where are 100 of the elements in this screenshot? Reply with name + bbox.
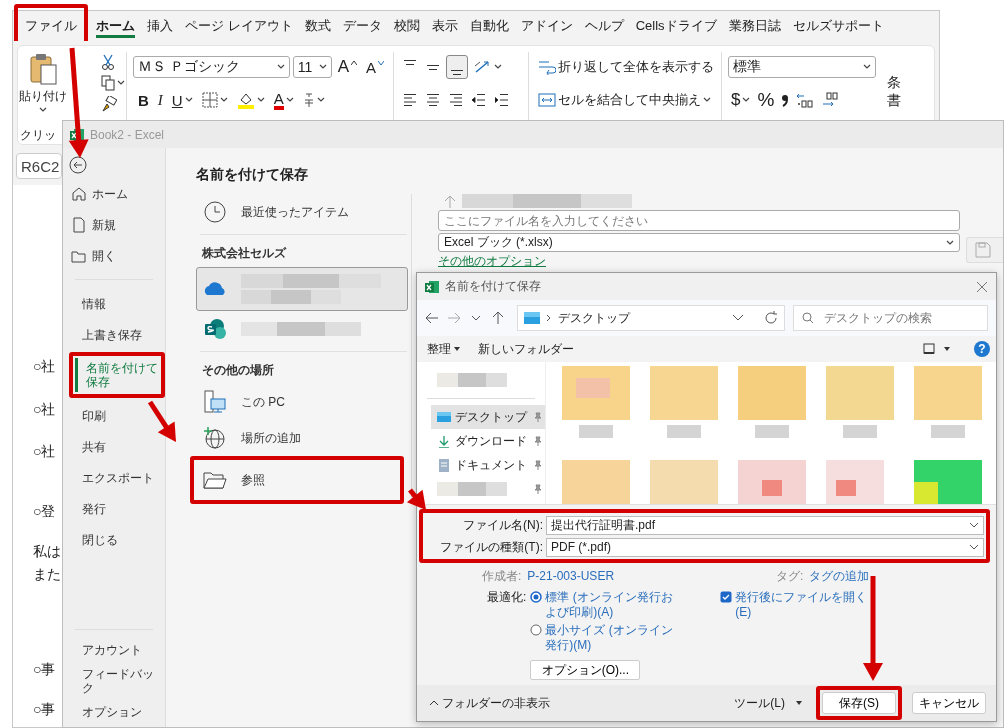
radio-option[interactable]: 最小サイズ (オンライン発行)(M) [530, 623, 681, 653]
chevron-down-icon [969, 522, 979, 528]
ribbon-tab[interactable]: 自動化 [463, 11, 515, 41]
nav-item[interactable]: 閉じる [67, 524, 165, 555]
caret-icon [944, 347, 950, 351]
search-field[interactable]: デスクトップの検索 [793, 305, 988, 331]
options-button[interactable]: オプション(O)... [530, 660, 641, 680]
nav-item[interactable]: 共有 [67, 431, 165, 462]
checkbox-option[interactable]: 発行後にファイルを開く(E) [720, 590, 871, 620]
font-name-dropdown[interactable]: ＭＳ Ｐゴシック [133, 56, 290, 78]
save-button[interactable]: 保存(S) [822, 692, 896, 714]
ribbon-tab[interactable]: セルズサポート [786, 11, 890, 41]
ribbon-tab[interactable]: ヘルプ [578, 11, 630, 41]
nav-item[interactable]: フィードバック [67, 665, 165, 696]
nav-item[interactable]: エクスポート [67, 462, 165, 493]
caret-icon [219, 97, 228, 103]
merge-center-button[interactable]: セルを結合して中央揃え [535, 88, 714, 112]
shrink-font-button[interactable]: A [363, 55, 387, 79]
nav-item[interactable]: 新規 [67, 209, 165, 240]
nav-item[interactable]: オプション [67, 696, 165, 727]
name-box[interactable]: R6C2 [16, 153, 62, 179]
ribbon-tab[interactable]: アドイン [514, 11, 579, 41]
view-icon [923, 343, 935, 355]
back-icon[interactable] [69, 156, 87, 174]
close-button[interactable] [976, 280, 988, 293]
new-folder-button[interactable]: 新しいフォルダー [474, 338, 578, 360]
ribbon-tab[interactable]: ページ レイアウト [179, 11, 299, 41]
save-icon [975, 242, 991, 258]
ribbon-tab[interactable]: 業務日誌 [722, 11, 787, 41]
underline-button[interactable]: U [168, 88, 196, 112]
author-value[interactable]: P-21-003-USER [527, 569, 615, 583]
sidebar-item[interactable]: デスクトップ [431, 405, 545, 429]
vertical-align-button[interactable] [446, 55, 468, 79]
caret-icon [184, 97, 193, 103]
up-icon [491, 311, 505, 325]
ribbon-tab[interactable]: Cellsドライブ [629, 11, 723, 41]
align-lines-icon [403, 59, 417, 65]
organize-menu[interactable]: 整理 [423, 338, 464, 360]
caret-up-icon [351, 60, 357, 65]
up-button[interactable] [491, 311, 505, 325]
tags-link[interactable]: タグの追加 [809, 567, 870, 585]
nav-item[interactable]: 印刷 [67, 400, 165, 431]
chevron-up-icon [429, 700, 439, 706]
align-lines-icon [403, 94, 417, 106]
wrap-text-button[interactable]: 折り返して全体を表示する [535, 55, 717, 79]
nav-item[interactable]: 発行 [67, 493, 165, 524]
back-button[interactable] [425, 311, 439, 325]
file-name-field[interactable]: 提出代行証明書.pdf [546, 515, 984, 535]
more-options-link[interactable]: その他のオプション [438, 254, 546, 268]
up-arrow-icon [444, 194, 456, 208]
ribbon-tab[interactable]: 校閲 [387, 11, 426, 41]
paste-button[interactable]: 貼り付け [20, 52, 66, 123]
bold-button[interactable]: B [135, 88, 152, 112]
tools-menu[interactable]: ツール(L) [730, 692, 806, 714]
file-type-dropdown[interactable]: PDF (*.pdf) [546, 537, 984, 557]
pin-icon [533, 436, 543, 446]
percent-button[interactable]: % [754, 88, 778, 112]
radio-option[interactable]: 標準 (オンライン発行および印刷)(A) [530, 590, 681, 620]
ribbon-tab[interactable]: 挿入 [141, 11, 179, 41]
ribbon-tab[interactable]: データ [336, 11, 388, 41]
decimal-icon [821, 92, 840, 108]
address-bar[interactable]: デスクトップ [517, 305, 785, 331]
file-name-field[interactable]: ここにファイル名を入力してください [438, 210, 960, 231]
align-lines-icon [495, 94, 509, 106]
clipboard-icon [28, 52, 58, 86]
cell-text: ○事 [33, 660, 56, 678]
close-icon [976, 280, 988, 293]
help-button[interactable]: ? [974, 341, 990, 357]
field-label: ファイルの種類(T): [439, 538, 544, 556]
ribbon-tab[interactable]: 数式 [298, 11, 337, 41]
location-item[interactable]: この PC [196, 384, 408, 420]
location-item[interactable]: 参照 [196, 462, 396, 498]
nav-item[interactable]: アカウント [67, 634, 165, 665]
hide-folders-button[interactable]: フォルダーの非表示 [425, 692, 554, 714]
caret-icon [494, 64, 502, 70]
cancel-button[interactable]: キャンセル [912, 692, 986, 714]
sidebar-item[interactable]: ドキュメント [431, 453, 545, 477]
sidebar-item[interactable]: ダウンロード [431, 429, 545, 453]
field-label: 最適化: [487, 590, 527, 606]
number-format-dropdown[interactable]: 標準 [728, 56, 876, 78]
ribbon-tab[interactable]: ファイル [19, 11, 83, 41]
currency-button[interactable]: $ [728, 88, 754, 112]
file-type-dropdown[interactable]: Excel ブック (*.xlsx) [438, 233, 960, 252]
nav-item[interactable]: 情報 [67, 288, 165, 319]
nav-item[interactable]: 上書き保存 [67, 319, 165, 350]
font-color-button[interactable]: A [270, 88, 297, 112]
location-item[interactable]: 場所の追加 [196, 420, 408, 456]
italic-button[interactable]: I [154, 88, 166, 112]
location-item[interactable]: 最近使ったアイテム [196, 194, 408, 230]
pin-icon [533, 460, 543, 470]
nav-item[interactable]: ホーム [67, 178, 165, 209]
nav-item[interactable]: 開く [67, 240, 165, 271]
grow-font-button[interactable]: A [334, 55, 360, 79]
ribbon-tab[interactable]: 表示 [425, 11, 464, 41]
cell-text: ○事 [33, 700, 56, 718]
cell-text: また [33, 565, 61, 583]
nav-item[interactable]: 名前を付けて保存 [75, 358, 159, 392]
paint-bucket-icon [236, 91, 255, 109]
font-size-dropdown[interactable]: 11 [292, 56, 332, 78]
cell-text: ○社 [33, 442, 56, 460]
